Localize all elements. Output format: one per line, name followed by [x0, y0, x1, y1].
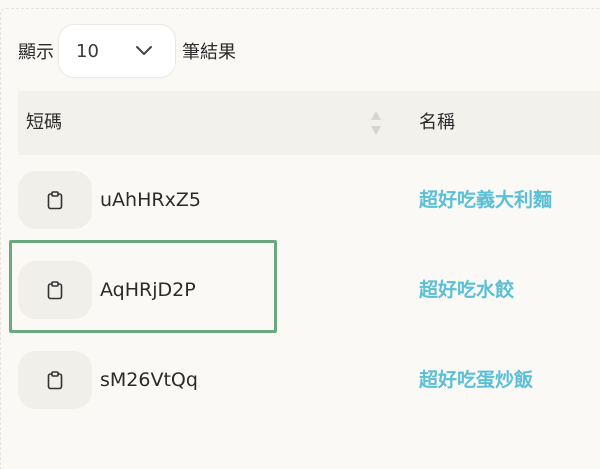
table-row: sM26VtQq 超好吃蛋炒飯	[18, 351, 600, 409]
table-header-row: 短碼 名稱	[18, 91, 600, 155]
short-code: uAhHRxZ5	[100, 189, 201, 211]
length-prefix-label: 顯示	[18, 42, 54, 63]
item-name-link[interactable]: 超好吃水餃	[419, 261, 514, 319]
short-code: sM26VtQq	[100, 369, 198, 391]
length-suffix-label: 筆結果	[182, 42, 236, 63]
chevron-down-icon	[136, 46, 152, 55]
column-header-code[interactable]: 短碼	[26, 91, 62, 155]
copy-button[interactable]	[18, 351, 92, 409]
clipboard-icon	[47, 370, 63, 389]
sort-icon[interactable]	[370, 110, 382, 136]
page-length-select[interactable]: 10	[58, 24, 176, 78]
item-name-link[interactable]: 超好吃義大利麵	[419, 171, 552, 229]
clipboard-icon	[47, 190, 63, 209]
table-row: uAhHRxZ5 超好吃義大利麵	[18, 171, 600, 229]
page-length-value: 10	[76, 40, 99, 62]
item-name-link[interactable]: 超好吃蛋炒飯	[419, 351, 533, 409]
copy-button[interactable]	[18, 171, 92, 229]
column-header-name[interactable]: 名稱	[419, 91, 455, 155]
selection-highlight	[9, 240, 277, 333]
page-length-control: 顯示 10 筆結果	[18, 22, 236, 80]
